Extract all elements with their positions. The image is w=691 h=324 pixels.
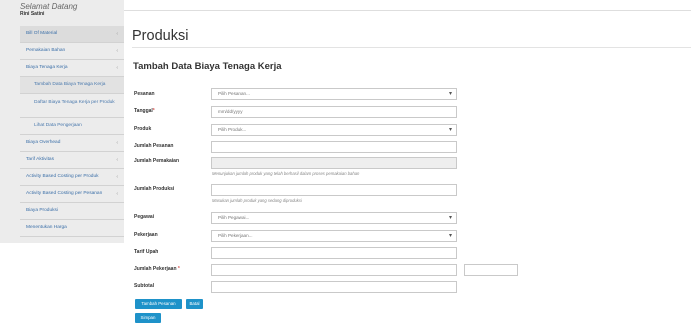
sidebar-item-label: Biaya Produksi [26,208,58,213]
subtotal-label: Subtotal [134,283,154,289]
sidebar-item-label: Biaya Tenaga Kerja [26,65,68,70]
simpan-button[interactable]: Simpan [135,313,161,323]
batal-button[interactable]: Batal [186,299,203,309]
chevron-left-icon: ‹ [116,174,118,180]
tanggal-label: Tanggal* [134,108,155,114]
tanggal-label-text: Tanggal [134,108,153,114]
sidebar-item-label: Biaya Overhead [26,140,61,145]
tambah-pesanan-button[interactable]: Tambah Pesanan [135,299,182,309]
jumlah-pemakaian-label-text: Jumlah Pemakaian [134,158,180,164]
form-title: Tambah Data Biaya Tenaga Kerja [133,61,282,72]
welcome-text: Selamat Datang [20,2,78,11]
sidebar-item-label: Lihat Data Pengerjaan [34,123,82,128]
sidebar-item-label: Menentukan Harga [26,225,67,230]
jumlah-pemakaian-help: Menunjukan jumlah produk yang telah berh… [212,171,360,176]
pegawai-label-text: Pegawai [134,214,155,220]
tarif-upah-input[interactable] [211,247,457,259]
jumlah-pekerjaan-label-text: Jumlah Pekerjaan [134,266,177,272]
pekerjaan-label: Pekerjaan [134,232,158,238]
jumlah-produksi-label-text: Jumlah Produksi [134,186,175,192]
tarif-upah-label: Tarif Upah [134,249,158,255]
pegawai-select[interactable]: Pilih Pegawai... [211,212,457,224]
pekerjaan-label-text: Pekerjaan [134,232,158,238]
required-marker: * [177,266,180,272]
chevron-left-icon: ‹ [116,31,118,37]
subtotal-input[interactable] [211,281,457,293]
chevron-left-icon: ‹ [116,48,118,54]
subtotal-label-text: Subtotal [134,283,154,289]
sidebar-item-pemakaian-bahan[interactable]: Pemakaian Bahan ‹ [20,43,124,60]
pekerjaan-select[interactable]: Pilih Pekerjaan... [211,230,457,242]
sidebar-item-abc-produk[interactable]: Activity Based Costing per Produk ‹ [20,169,124,186]
sidebar-item-label: Activity Based Costing per Pesanan [26,191,103,196]
jumlah-produksi-input[interactable] [211,184,457,196]
sidebar-item-bill-of-material[interactable]: Bill Of Material ‹ [20,26,124,43]
sidebar-item-biaya-overhead[interactable]: Biaya Overhead ‹ [20,135,124,152]
title-divider [132,47,691,48]
sidebar-item-menentukan-harga[interactable]: Menentukan Harga [20,220,124,237]
chevron-left-icon: ‹ [116,191,118,197]
jumlah-pemakaian-label: Jumlah Pemakaian [134,158,179,164]
chevron-left-icon: ‹ [116,65,118,71]
tanggal-date-input[interactable]: mm/dd/yyyy [211,106,457,118]
produk-label: Produk [134,126,151,132]
sidebar-item-label: Daftar Biaya Tenaga Kerja per Produk [34,100,115,105]
sidebar-menu: Bill Of Material ‹ Pemakaian Bahan ‹ Bia… [20,26,124,237]
sidebar-subitem-daftar-biaya[interactable]: Daftar Biaya Tenaga Kerja per Produk [20,94,124,118]
sidebar-subitem-tambah-data[interactable]: Tambah Data Biaya Tenaga Kerja [20,77,124,94]
jumlah-pemakaian-input [211,157,457,169]
required-marker: * [152,108,155,114]
sidebar-item-label: Tarif Aktivitas [26,157,54,162]
produk-select[interactable]: Pilih Produk... [211,124,457,136]
jumlah-pekerjaan-input[interactable] [211,264,457,276]
sidebar-item-label: Tambah Data Biaya Tenaga Kerja [34,82,106,87]
jumlah-pesanan-label: Jumlah Pesanan [134,143,173,149]
jumlah-pekerjaan-label: Jumlah Pekerjaan * [134,266,180,272]
page-title: Produksi [132,28,189,44]
tarif-upah-label-text: Tarif Upah [134,249,159,255]
jumlah-pesanan-input[interactable] [211,141,457,153]
produk-label-text: Produk [134,126,152,132]
top-bar-divider [124,10,691,11]
sidebar-item-biaya-tenaga-kerja[interactable]: Biaya Tenaga Kerja ‹ [20,60,124,77]
pesanan-label: Pesanan [134,91,155,97]
pesanan-select[interactable]: Pilih Pesanan... [211,88,457,100]
sidebar-item-tarif-aktivitas[interactable]: Tarif Aktivitas ‹ [20,152,124,169]
sidebar-item-label: Bill Of Material [26,31,58,36]
sidebar: Selamat Datang Rini Satini Bill Of Mater… [0,0,124,243]
chevron-left-icon: ‹ [116,140,118,146]
sidebar-item-label: Activity Based Costing per Produk [26,174,99,179]
chevron-left-icon: ‹ [116,157,118,163]
jumlah-produksi-label: Jumlah Produksi [134,186,174,192]
jumlah-produksi-help: Masukan jumlah produk yang sedang diprod… [212,198,302,203]
jumlah-pekerjaan-unit-input[interactable] [464,264,518,276]
sidebar-item-biaya-produksi[interactable]: Biaya Produksi [20,203,124,220]
pesanan-label-text: Pesanan [134,91,155,97]
sidebar-subitem-lihat-pengerjaan[interactable]: Lihat Data Pengerjaan [20,118,124,135]
user-name: Rini Satini [20,11,45,17]
jumlah-pesanan-label-text: Jumlah Pesanan [134,143,174,149]
sidebar-item-abc-pesanan[interactable]: Activity Based Costing per Pesanan ‹ [20,186,124,203]
sidebar-item-label: Pemakaian Bahan [26,48,66,53]
pegawai-label: Pegawai [134,214,154,220]
